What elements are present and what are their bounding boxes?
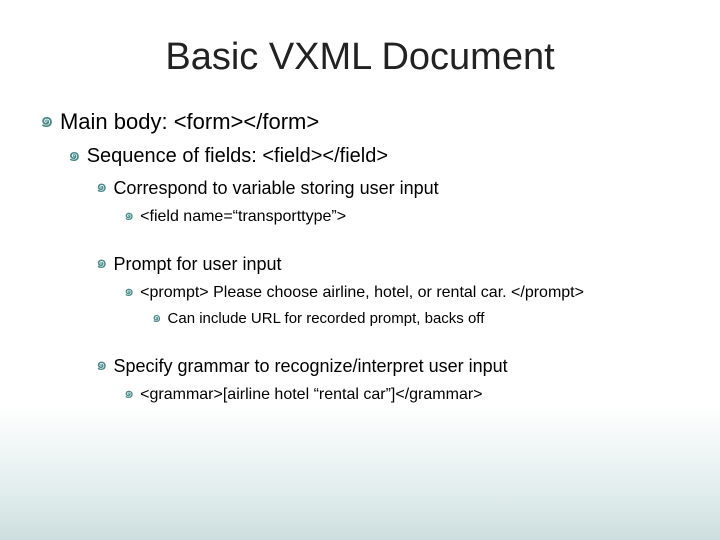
bullet-item: ๑Main body: <form></form> <box>40 107 700 137</box>
bullet-item: ๑ <grammar>[airline hotel “rental car”]</… <box>124 384 700 406</box>
bullet-text: <field name=“transporttype”> <box>140 206 346 228</box>
bullet-text: Main body: <form></form> <box>60 107 319 137</box>
bullet-text: Prompt for user input <box>113 252 281 276</box>
bullet-icon: ๑ <box>96 176 107 198</box>
slide-body: ๑Main body: <form></form>๑Sequence of fi… <box>0 107 720 406</box>
bullet-item: ๑Sequence of fields: <field></field> <box>68 143 700 170</box>
bullet-icon: ๑ <box>68 143 81 167</box>
bullet-text: <grammar>[airline hotel “rental car”]</g… <box>140 384 482 406</box>
bullet-icon: ๑ <box>124 206 134 225</box>
slide-title: Basic VXML Document <box>0 0 720 107</box>
bullet-item: ๑ Specify grammar to recognize/interpret … <box>96 354 700 378</box>
bullet-icon: ๑ <box>152 309 162 327</box>
bullet-item: ๑ Prompt for user input <box>96 252 700 276</box>
bullet-icon: ๑ <box>124 282 134 301</box>
bullet-item: ๑ <prompt> Please choose airline, hotel, … <box>124 282 700 304</box>
bullet-item: ๑ <field name=“transporttype”> <box>124 206 700 228</box>
bullet-item: ๑ Can include URL for recorded prompt, ba… <box>152 309 700 329</box>
bullet-icon: ๑ <box>96 252 107 274</box>
bullet-icon: ๑ <box>40 107 54 133</box>
bullet-item: ๑ Correspond to variable storing user inp… <box>96 176 700 200</box>
bullet-text: Correspond to variable storing user inpu… <box>113 176 438 200</box>
bullet-icon: ๑ <box>96 354 107 376</box>
bullet-text: Specify grammar to recognize/interpret u… <box>113 354 507 378</box>
bullet-text: Sequence of fields: <field></field> <box>87 143 388 170</box>
bullet-text: Can include URL for recorded prompt, bac… <box>168 309 485 329</box>
bullet-text: <prompt> Please choose airline, hotel, o… <box>140 282 584 304</box>
bullet-icon: ๑ <box>124 384 134 403</box>
